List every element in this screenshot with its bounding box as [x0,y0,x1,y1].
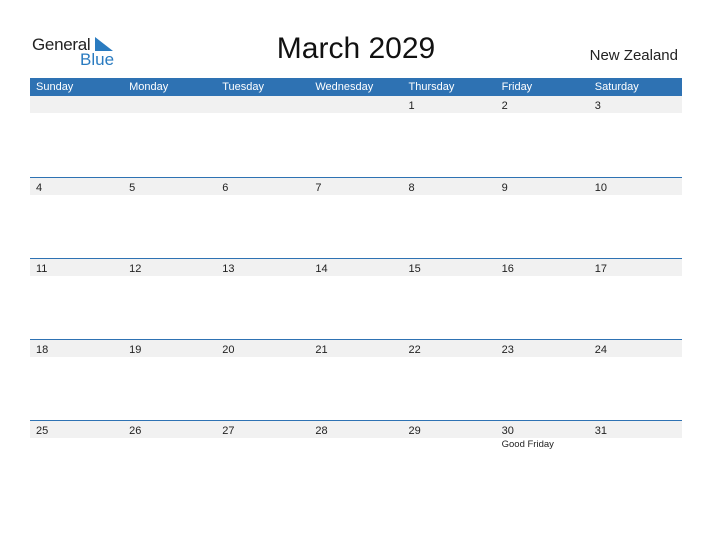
weeks-container: 1 2 3 4 5 6 7 8 9 10 11 12 13 14 15 16 17 18 19 20 21 22 23 24 2… [30,96,682,501]
day-cell: 6 [216,178,309,195]
day-cell: 10 [589,178,682,195]
day-number: 7 [315,182,322,194]
day-cell: 7 [309,178,402,195]
day-cell: 22 [403,340,496,357]
day-cell: 30 Good Friday [496,421,589,450]
day-number: 19 [129,344,142,356]
weekday-wednesday: Wednesday [315,81,374,93]
day-number: 20 [222,344,235,356]
day-cell: 5 [123,178,216,195]
day-cell: 27 [216,421,309,438]
day-cell: 15 [403,259,496,276]
day-cell: 28 [309,421,402,438]
holiday-label: Good Friday [501,439,554,450]
weekday-header: Sunday Monday Tuesday Wednesday Thursday… [30,78,682,96]
day-number: 28 [315,425,328,437]
day-number: 15 [408,263,421,275]
week-row: 18 19 20 21 22 23 24 [30,339,682,420]
weekday-friday: Friday [501,81,533,93]
day-cell: 2 [496,96,589,113]
day-number: 23 [501,344,514,356]
day-number: 11 [36,263,48,275]
week-row: 11 12 13 14 15 16 17 [30,258,682,339]
weekday-thursday: Thursday [408,81,455,93]
week-date-band: 18 19 20 21 22 23 24 [30,339,682,357]
day-number: 27 [222,425,235,437]
day-cell: 9 [496,178,589,195]
day-cell: 21 [309,340,402,357]
day-number: 29 [408,425,421,437]
day-cell: 16 [496,259,589,276]
day-number: 12 [129,263,142,275]
week-date-band: 11 12 13 14 15 16 17 [30,258,682,276]
day-cell: 11 [30,259,123,276]
day-number: 1 [408,100,415,112]
day-number: 24 [594,344,607,356]
country-label: New Zealand [589,47,678,64]
day-number: 5 [129,182,136,194]
week-row: 4 5 6 7 8 9 10 [30,177,682,258]
day-number: 25 [36,425,49,437]
day-cell: 20 [216,340,309,357]
day-number: 10 [594,182,607,194]
day-cell [216,96,309,113]
day-cell: 18 [30,340,123,357]
day-number: 9 [501,182,508,194]
day-cell: 8 [403,178,496,195]
day-cell [309,96,402,113]
day-cell: 1 [403,96,496,113]
day-number: 17 [594,263,607,275]
week-date-band: 25 26 27 28 29 30 Good Friday 31 [30,420,682,450]
day-number: 22 [408,344,421,356]
day-cell [30,96,123,113]
day-number: 2 [501,100,508,112]
day-cell: 31 [589,421,682,438]
day-cell: 19 [123,340,216,357]
week-row: 25 26 27 28 29 30 Good Friday 31 [30,420,682,501]
day-number: 4 [36,182,43,194]
day-cell: 14 [309,259,402,276]
day-number: 26 [129,425,142,437]
week-row: 1 2 3 [30,96,682,177]
weekday-monday: Monday [129,81,169,93]
weekday-saturday: Saturday [594,81,639,93]
day-cell: 4 [30,178,123,195]
day-number: 6 [222,182,229,194]
day-cell: 12 [123,259,216,276]
weekday-sunday: Sunday [36,81,74,93]
day-cell: 25 [30,421,123,438]
day-number: 18 [36,344,49,356]
weekday-tuesday: Tuesday [222,81,265,93]
day-cell: 29 [403,421,496,438]
day-cell: 17 [589,259,682,276]
day-number: 30 [501,425,514,437]
day-cell [123,96,216,113]
day-cell: 23 [496,340,589,357]
day-number: 3 [594,100,601,112]
calendar-grid: Sunday Monday Tuesday Wednesday Thursday… [30,78,682,501]
day-number: 14 [315,263,328,275]
day-cell: 3 [589,96,682,113]
day-number: 16 [501,263,514,275]
week-date-band: 1 2 3 [30,96,682,113]
day-cell: 24 [589,340,682,357]
week-date-band: 4 5 6 7 8 9 10 [30,177,682,195]
day-cell: 13 [216,259,309,276]
day-cell: 26 [123,421,216,438]
day-number: 31 [594,425,607,437]
day-number: 21 [315,344,328,356]
day-number: 13 [222,263,235,275]
day-number: 8 [408,182,415,194]
